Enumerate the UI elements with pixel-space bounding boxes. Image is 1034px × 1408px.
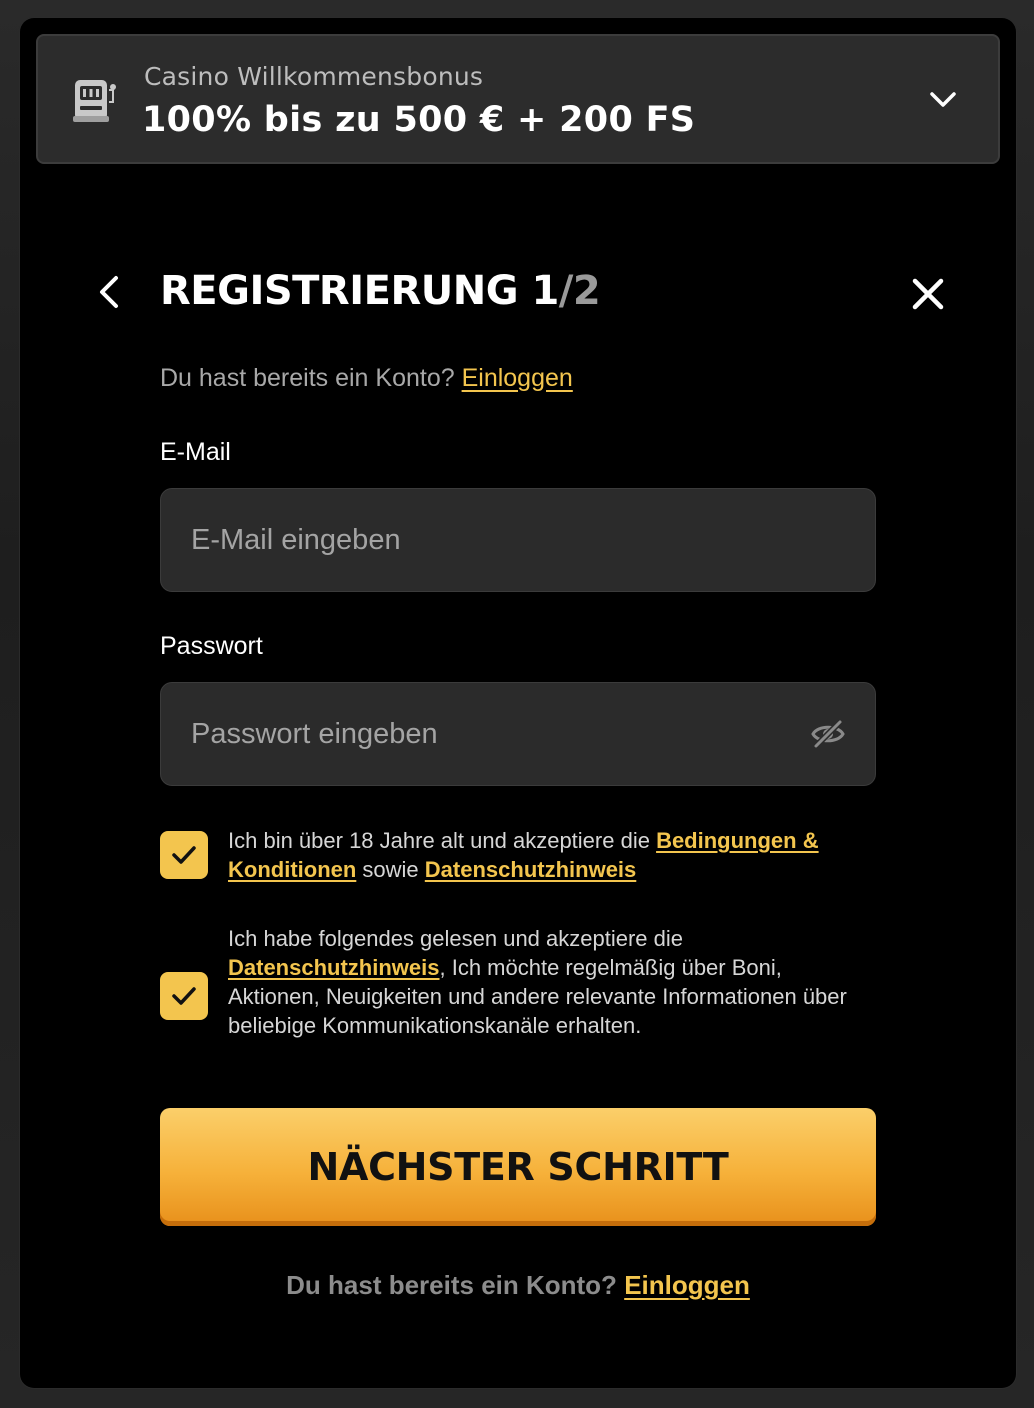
back-arrow-icon[interactable] bbox=[94, 274, 124, 310]
email-label: E-Mail bbox=[160, 438, 231, 466]
terms-text-mid: sowie bbox=[356, 857, 425, 882]
marketing-consent-text: Ich habe folgendes gelesen und akzeptier… bbox=[228, 924, 868, 1040]
terms-consent-text: Ich bin über 18 Jahre alt und akzeptiere… bbox=[228, 826, 868, 884]
email-field-container bbox=[160, 488, 876, 592]
bonus-caption: Casino Willkommensbonus bbox=[144, 62, 484, 91]
privacy-link[interactable]: Datenschutzhinweis bbox=[425, 857, 636, 882]
slot-machine-icon bbox=[73, 80, 116, 122]
terms-text-before: Ich bin über 18 Jahre alt und akzeptiere… bbox=[228, 828, 657, 853]
terms-consent-row: Ich bin über 18 Jahre alt und akzeptiere… bbox=[160, 826, 876, 890]
login-prompt-text: Du hast bereits ein Konto? bbox=[160, 364, 455, 392]
title-step-total: /2 bbox=[558, 268, 601, 314]
bottom-login-text: Du hast bereits ein Konto? bbox=[286, 1270, 617, 1300]
bottom-login-prompt: Du hast bereits ein Konto? Einloggen bbox=[20, 1270, 1016, 1301]
title-step: REGISTRIERUNG 1 bbox=[160, 268, 559, 314]
bottom-login-link[interactable]: Einloggen bbox=[624, 1270, 750, 1300]
login-link[interactable]: Einloggen bbox=[462, 364, 573, 392]
close-icon[interactable] bbox=[910, 276, 946, 312]
chevron-down-icon[interactable] bbox=[928, 86, 958, 114]
checkmark-icon bbox=[172, 987, 196, 1005]
marketing-privacy-link[interactable]: Datenschutzhinweis bbox=[228, 955, 439, 980]
password-input[interactable] bbox=[161, 683, 875, 785]
marketing-text-before: Ich habe folgendes gelesen und akzeptier… bbox=[228, 926, 684, 951]
eye-off-icon[interactable] bbox=[811, 719, 845, 749]
marketing-consent-row: Ich habe folgendes gelesen und akzeptier… bbox=[160, 924, 876, 1074]
bonus-amount: 100% bis zu 500 € + 200 FS bbox=[142, 100, 696, 140]
registration-header: REGISTRIERUNG 1/2 bbox=[20, 268, 1016, 318]
next-step-button[interactable]: NÄCHSTER SCHRITT bbox=[160, 1108, 876, 1226]
page-title: REGISTRIERUNG 1/2 bbox=[160, 268, 601, 314]
login-prompt: Du hast bereits ein Konto? Einloggen bbox=[160, 364, 573, 393]
marketing-checkbox[interactable] bbox=[160, 972, 208, 1020]
registration-modal: Casino Willkommensbonus 100% bis zu 500 … bbox=[20, 18, 1016, 1388]
terms-checkbox[interactable] bbox=[160, 831, 208, 879]
email-input[interactable] bbox=[161, 489, 875, 591]
password-label: Passwort bbox=[160, 632, 263, 660]
checkmark-icon bbox=[172, 846, 196, 864]
password-field-container bbox=[160, 682, 876, 786]
welcome-bonus-banner[interactable]: Casino Willkommensbonus 100% bis zu 500 … bbox=[36, 34, 1000, 164]
